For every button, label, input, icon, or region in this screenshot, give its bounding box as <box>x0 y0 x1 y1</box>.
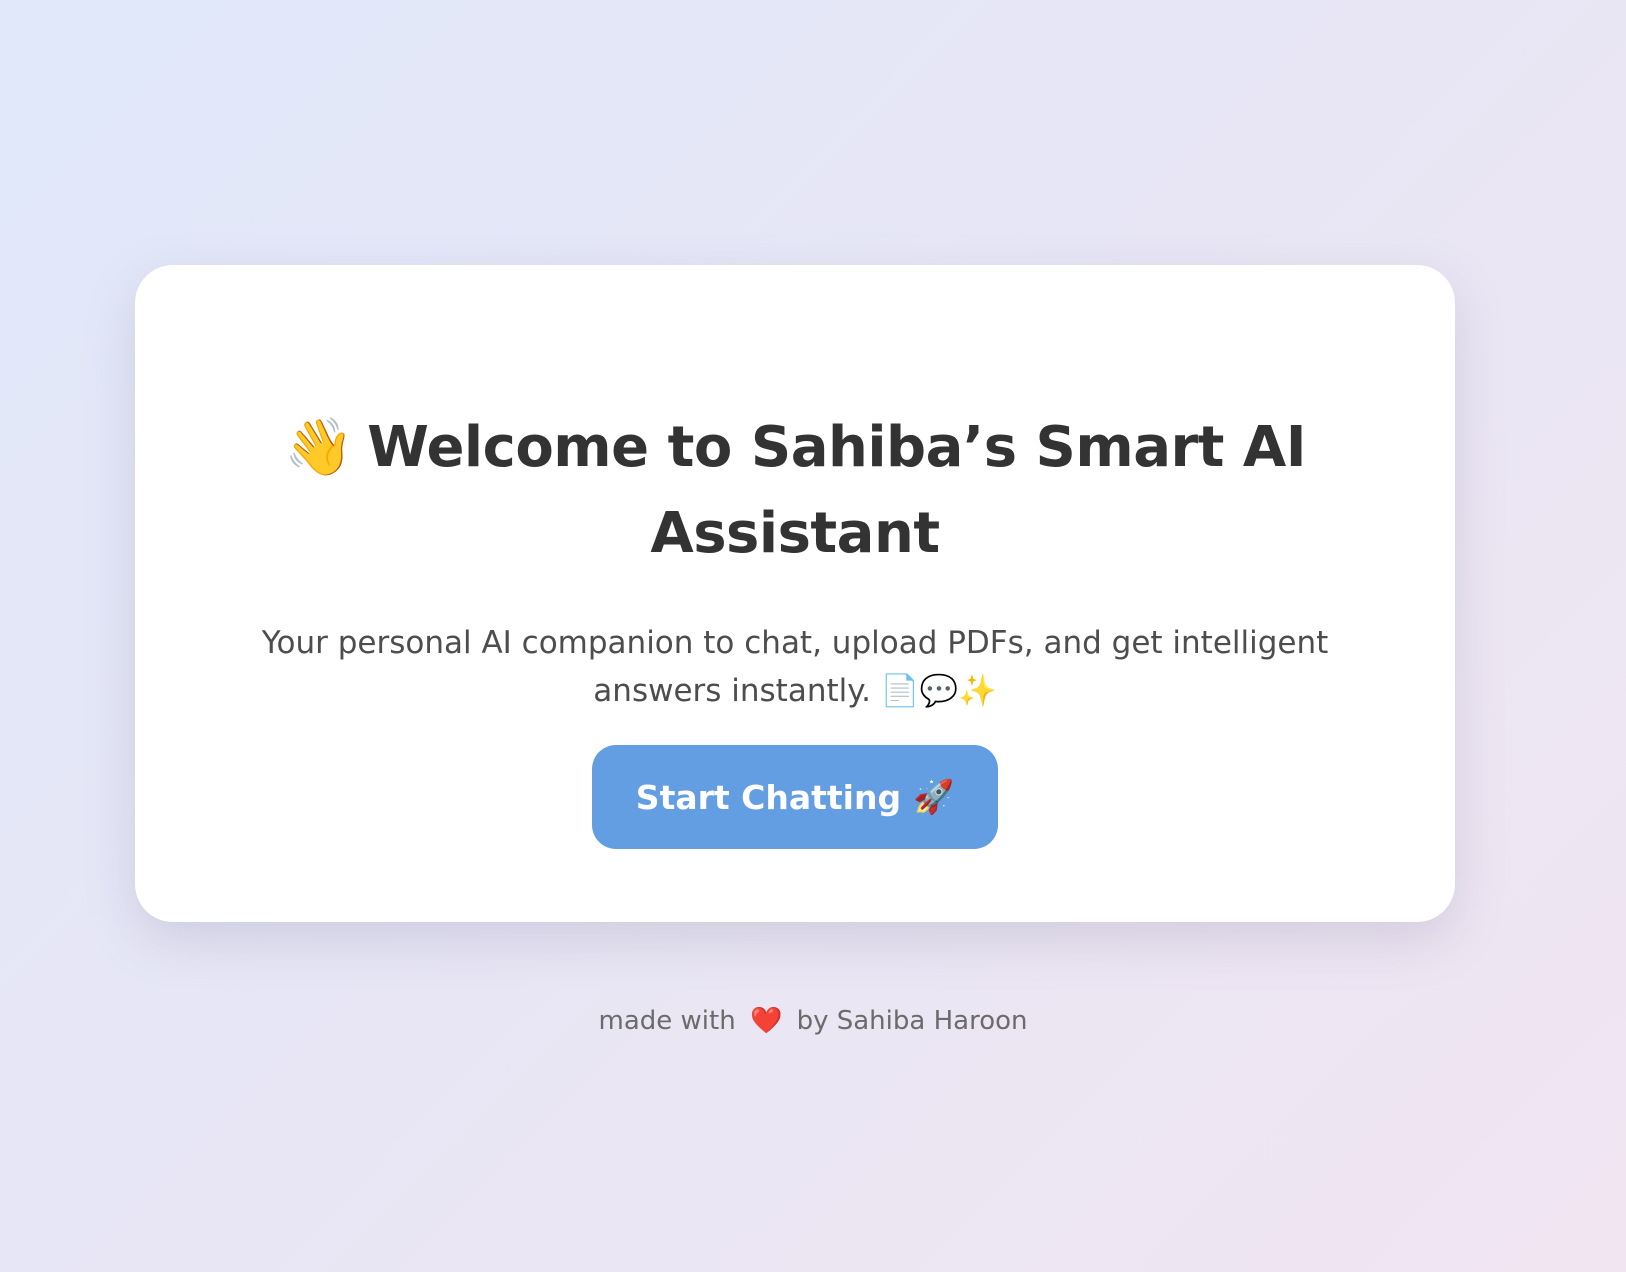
welcome-card: 👋 Welcome to Sahiba’s Smart AI Assistant … <box>135 265 1455 922</box>
heart-icon: ❤️ <box>749 1006 783 1036</box>
page-subtitle: Your personal AI companion to chat, uplo… <box>261 625 1329 709</box>
page-title: 👋 Welcome to Sahiba’s Smart AI Assistant <box>215 405 1375 577</box>
start-chatting-button[interactable]: Start Chatting 🚀 <box>592 745 998 849</box>
footer-credit: made with ❤️ by Sahiba Haroon <box>0 1003 1626 1039</box>
footer-prefix: made with <box>598 1006 736 1036</box>
start-chatting-label: Start Chatting <box>635 777 902 817</box>
rocket-icon: 🚀 <box>913 777 955 816</box>
footer-suffix: by Sahiba Haroon <box>796 1006 1028 1036</box>
page-title-text: Welcome to Sahiba’s Smart AI Assistant <box>367 415 1307 566</box>
waving-hand-icon: 👋 <box>283 415 354 480</box>
